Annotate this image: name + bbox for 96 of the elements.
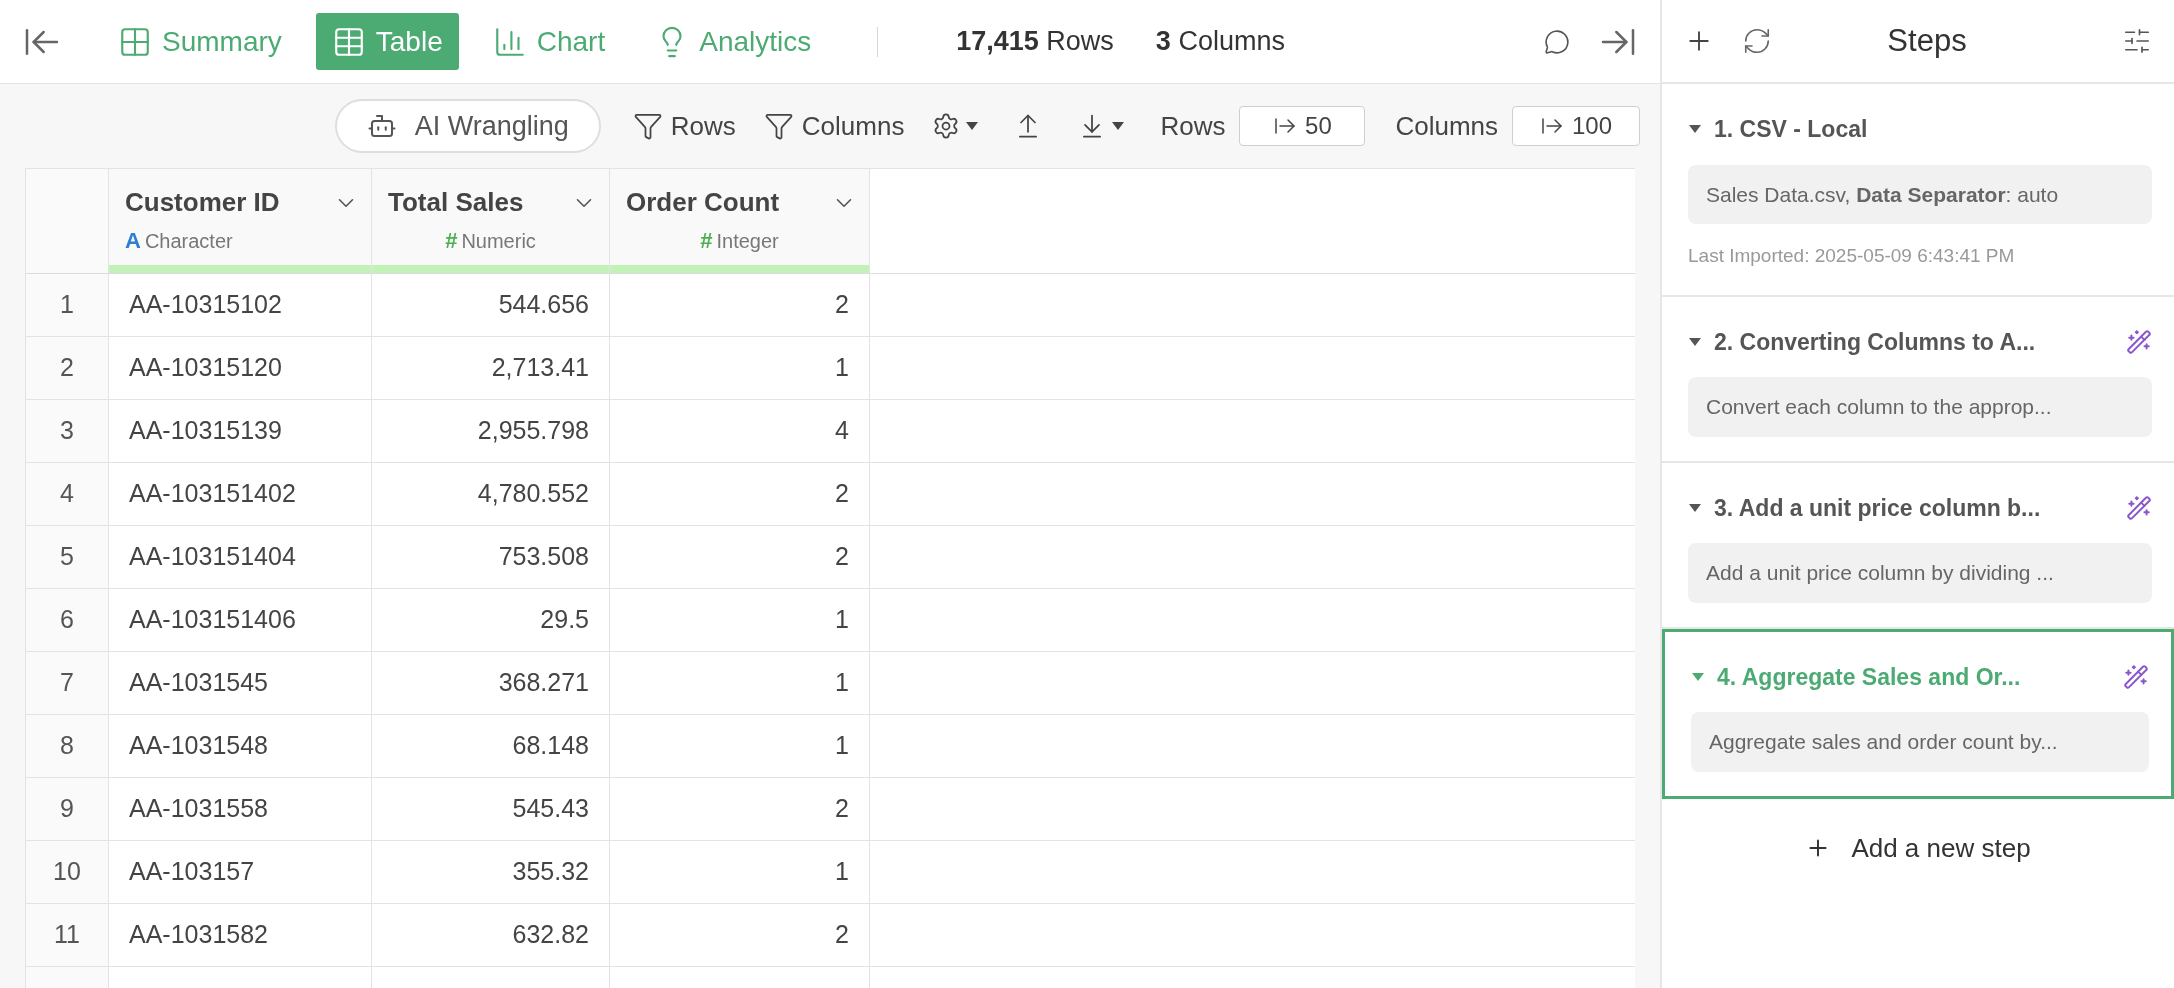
row-number: 6 — [26, 589, 109, 651]
rows-label: Rows — [1160, 109, 1226, 143]
row-number: 4 — [26, 463, 109, 525]
table-cell: 632.82 — [372, 904, 610, 966]
type-glyph: # — [445, 227, 458, 255]
table-cell: 545.43 — [372, 778, 610, 840]
table-cell: 753.508 — [372, 526, 610, 588]
step-card[interactable]: 1. CSV - Local Sales Data.csv, Data Separator: auto Last Imported: 2025-05-09 6:43:41 PM — [1662, 84, 2174, 297]
table-cell: AA-103157 — [109, 841, 372, 903]
add-step-button[interactable]: Add a new step — [1805, 828, 2031, 868]
table-cell: AA-1031558 — [109, 778, 372, 840]
table-cell: 2,955.798 — [372, 400, 610, 462]
table-cell: 2 — [610, 526, 870, 588]
table-cell: 68.148 — [372, 715, 610, 777]
row-number: 3 — [26, 400, 109, 462]
table-cell: AA-10315102 — [109, 274, 372, 336]
magic-wand-icon — [2126, 494, 2152, 521]
settings-icon[interactable] — [2122, 26, 2152, 56]
row-number: 7 — [26, 652, 109, 714]
row-number: 5 — [26, 526, 109, 588]
table-cell: 29.5 — [372, 589, 610, 651]
table-cell: AA-103151402 — [109, 463, 372, 525]
table-cell: 368.271 — [372, 652, 610, 714]
table-cell: AA-1031545 — [109, 652, 372, 714]
magic-wand-icon — [2123, 663, 2149, 690]
column-name: Customer ID — [125, 186, 280, 219]
table-cell: 355.32 — [372, 841, 610, 903]
filter-rows-button[interactable]: Rows — [632, 106, 736, 146]
table-cell: 2 — [610, 778, 870, 840]
table-cell: 1 — [610, 715, 870, 777]
column-header[interactable]: Customer ID A Character — [109, 169, 372, 273]
rows-limit-field[interactable]: 50 — [1239, 106, 1366, 146]
settings-button[interactable] — [932, 112, 979, 140]
step-description: Add a unit price column by dividing ... — [1688, 543, 2152, 603]
table-cell: AA-1031582 — [109, 904, 372, 966]
table-cell: 1 — [610, 589, 870, 651]
step-header[interactable]: 2. Converting Columns to A... — [1688, 324, 2152, 359]
filter-icon — [763, 111, 794, 141]
caret-icon[interactable] — [1688, 336, 1702, 347]
row-number: 9 — [26, 778, 109, 840]
step-title: 3. Add a unit price column b... — [1714, 493, 2042, 523]
step-title: 2. Converting Columns to A... — [1714, 327, 2037, 357]
table-cell: 544.656 — [372, 274, 610, 336]
row-number: 8 — [26, 715, 109, 777]
step-card[interactable]: 2. Converting Columns to A... Convert each column to the approp... — [1662, 296, 2174, 463]
step-title: 4. Aggregate Sales and Or... — [1717, 662, 2022, 692]
step-description: Convert each column to the approp... — [1688, 377, 2152, 437]
filter-icon — [632, 111, 663, 141]
step-header[interactable]: 1. CSV - Local — [1688, 112, 2152, 147]
column-name: Total Sales — [388, 186, 524, 219]
filter-columns-button[interactable]: Columns — [763, 106, 905, 146]
caret-icon — [1112, 122, 1125, 130]
row-number: 2 — [26, 337, 109, 399]
caret-icon[interactable] — [1688, 124, 1702, 135]
table-cell: 2 — [610, 274, 870, 336]
count-label: 17,415 Rows — [956, 25, 1114, 59]
comment-icon[interactable] — [1544, 28, 1570, 55]
step-description: Aggregate sales and order count by... — [1691, 712, 2149, 772]
column-header[interactable]: Order Count # Integer — [610, 169, 870, 273]
table-cell: 2,713.41 — [372, 337, 610, 399]
table-cell: AA-10315139 — [109, 400, 372, 462]
table-cell: 2 — [610, 463, 870, 525]
table-cell: 4 — [610, 400, 870, 462]
column-type: Numeric — [461, 228, 536, 254]
step-card[interactable]: 3. Add a unit price column b... Add a unit price column by dividing ... — [1662, 462, 2174, 629]
row-number: 1 — [26, 274, 109, 336]
table-cell: AA-103151406 — [109, 589, 372, 651]
step-header[interactable]: 3. Add a unit price column b... — [1688, 490, 2152, 525]
table-cell: 4,780.552 — [372, 463, 610, 525]
row-number: 10 — [26, 841, 109, 903]
caret-icon — [966, 122, 979, 130]
table-cell: 1 — [610, 337, 870, 399]
caret-icon[interactable] — [1688, 502, 1702, 513]
columns-limit-field[interactable]: 100 — [1512, 106, 1640, 146]
step-description: Sales Data.csv, Data Separator: auto — [1688, 164, 2152, 224]
table-cell: AA-1031548 — [109, 715, 372, 777]
magic-wand-icon — [2126, 328, 2152, 355]
table-cell: AA-10315120 — [109, 337, 372, 399]
table-cell: 2 — [610, 904, 870, 966]
refresh-icon[interactable] — [1742, 26, 1772, 56]
panel-title: Steps — [1886, 21, 1968, 60]
count-label: 3 Columns — [1155, 25, 1285, 59]
type-glyph: # — [700, 227, 713, 255]
import-time: Last Imported: 2025-05-09 6:43:41 PM — [1688, 244, 2016, 268]
step-title: 1. CSV - Local — [1714, 115, 1869, 144]
table-cell: 1 — [610, 841, 870, 903]
column-type: Integer — [716, 228, 779, 254]
columns-label: Columns — [1395, 109, 1498, 143]
row-number: 11 — [26, 904, 109, 966]
column-header[interactable]: Total Sales # Numeric — [372, 169, 610, 273]
column-type: Character — [144, 228, 233, 254]
column-name: Order Count — [626, 186, 780, 219]
type-glyph: A — [125, 227, 141, 255]
table-cell: 1 — [610, 652, 870, 714]
ai-wrangling-button[interactable]: AI Wrangling — [334, 99, 601, 153]
table-cell: AA-103151404 — [109, 526, 372, 588]
